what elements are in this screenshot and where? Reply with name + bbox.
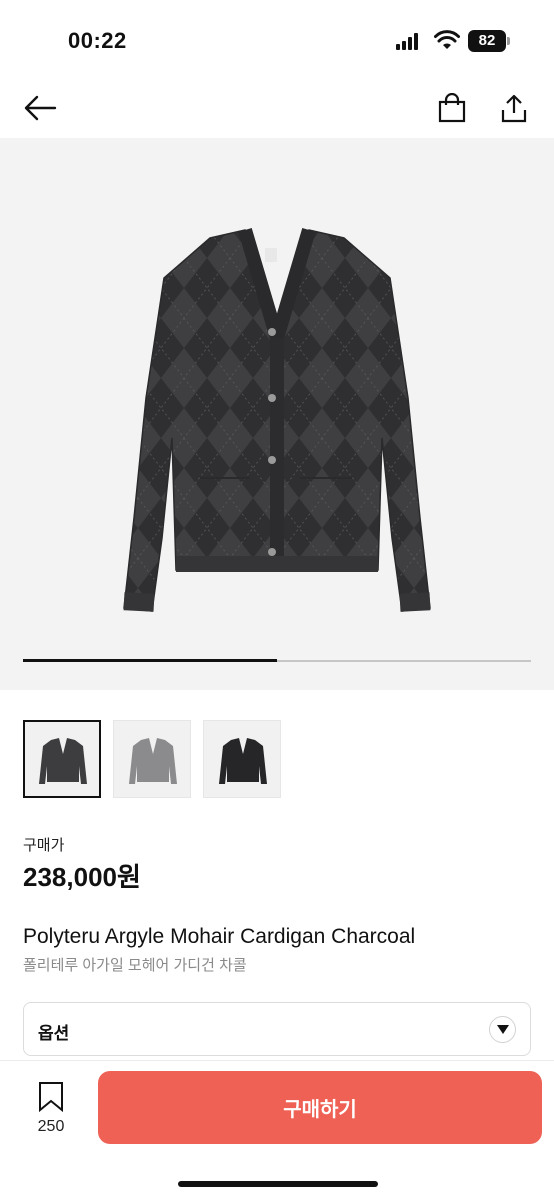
bookmark-icon <box>39 1082 63 1113</box>
carousel-progress-fill <box>23 659 277 662</box>
bottom-action-bar: 250 구매하기 <box>0 1060 554 1200</box>
cellular-signal-icon <box>396 32 422 50</box>
buy-button[interactable]: 구매하기 <box>98 1071 542 1144</box>
top-nav <box>0 80 554 138</box>
shopping-bag-icon <box>438 93 466 123</box>
option-label: 옵션 <box>38 1024 70 1043</box>
product-price: 238,000원 <box>23 862 141 892</box>
thumbnail-black[interactable] <box>203 720 281 798</box>
shopping-bag-button[interactable] <box>432 88 472 128</box>
product-name-en: Polyteru Argyle Mohair Cardigan Charcoal <box>23 925 416 948</box>
thumbnail-grey[interactable] <box>113 720 191 798</box>
option-select[interactable]: 옵션 <box>23 1002 531 1056</box>
product-image-carousel[interactable] <box>0 138 554 690</box>
bookmark-count: 250 <box>37 1118 65 1135</box>
bookmark-button[interactable]: 250 <box>22 1081 80 1137</box>
cardigan-thumbnail-image <box>39 738 87 784</box>
battery-icon: 82 <box>468 30 506 52</box>
back-button[interactable] <box>20 88 60 128</box>
status-bar: 00:22 82 <box>0 0 554 80</box>
price-label: 구매가 <box>23 837 65 854</box>
arrow-left-icon <box>24 95 57 121</box>
share-icon <box>501 94 527 123</box>
status-time: 00:22 <box>68 28 127 53</box>
thumbnail-list <box>23 720 281 798</box>
product-name-ko: 폴리테루 아가일 모헤어 가디건 차콜 <box>23 957 247 974</box>
cardigan-thumbnail-image <box>129 738 177 784</box>
wifi-icon <box>434 30 460 49</box>
product-image <box>123 228 431 612</box>
chevron-down-icon <box>489 1016 516 1043</box>
home-indicator <box>178 1181 378 1187</box>
carousel-progress <box>23 659 531 662</box>
battery-tip <box>507 37 510 45</box>
share-button[interactable] <box>494 88 534 128</box>
cardigan-thumbnail-image <box>219 738 267 784</box>
thumbnail-charcoal[interactable] <box>23 720 101 798</box>
